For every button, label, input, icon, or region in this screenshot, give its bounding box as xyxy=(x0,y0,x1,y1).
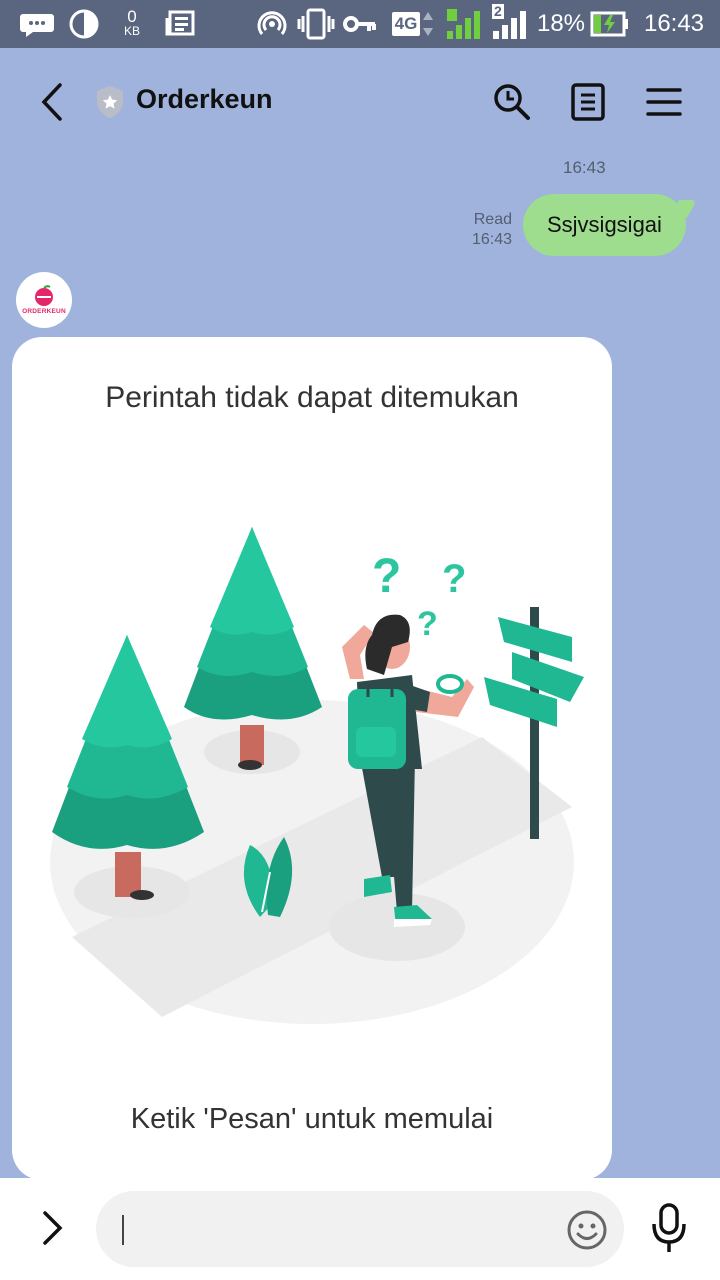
back-button[interactable] xyxy=(28,78,76,126)
notes-icon xyxy=(571,83,605,121)
signal-sim2-icon: 2 xyxy=(490,0,530,48)
vpn-key-icon xyxy=(342,0,378,48)
menu-button[interactable] xyxy=(640,78,688,126)
news-icon xyxy=(162,0,198,48)
search-button[interactable] xyxy=(488,78,536,126)
notes-button[interactable] xyxy=(564,78,612,126)
back-arrow-icon xyxy=(41,83,62,121)
microphone-icon xyxy=(652,1203,686,1252)
status-bar: 0 KB 4G 2 18% 16:43 xyxy=(0,0,720,48)
chat-header xyxy=(0,48,720,158)
sent-message-bubble[interactable]: Ssjvsigsigai xyxy=(523,194,686,256)
voice-message-button[interactable] xyxy=(644,1200,694,1256)
read-status: Read xyxy=(473,211,512,228)
message-timestamp: 16:43 xyxy=(563,158,606,177)
hotspot-icon xyxy=(256,0,288,48)
card-title: Perintah tidak dapat ditemukan xyxy=(105,381,519,414)
bot-avatar[interactable]: ORDERKEUN xyxy=(16,272,72,328)
message-input-bar xyxy=(0,1178,720,1280)
search-icon xyxy=(494,84,530,120)
official-account-badge-icon xyxy=(86,78,134,126)
battery-charging-icon xyxy=(588,0,632,48)
vibrate-icon xyxy=(296,0,336,48)
chevron-right-icon xyxy=(43,1211,63,1245)
bot-message-card[interactable]: Perintah tidak dapat ditemukan ? ? ? Ket… xyxy=(12,337,612,1180)
orderkeun-logo-icon xyxy=(35,285,53,306)
lost-person-illustration: ? ? ? xyxy=(50,527,584,1024)
emoji-button[interactable] xyxy=(566,1209,608,1251)
clock: 16:43 xyxy=(643,10,705,37)
chat-title[interactable]: Orderkeun xyxy=(136,84,273,115)
sent-message-text: Ssjvsigsigai xyxy=(547,212,662,237)
svg-text:?: ? xyxy=(372,550,401,603)
svg-text:?: ? xyxy=(417,605,438,643)
message-input[interactable] xyxy=(96,1191,624,1267)
network-4g-icon: 4G xyxy=(388,0,438,48)
svg-text:?: ? xyxy=(442,557,466,601)
card-footer: Ketik 'Pesan' untuk memulai xyxy=(130,1103,494,1135)
signal-sim1-icon xyxy=(444,0,484,48)
net-speed: 0 KB xyxy=(123,7,140,38)
battery-percent: 18% xyxy=(536,10,586,37)
brightness-icon xyxy=(68,0,100,48)
chat-notification-icon xyxy=(18,0,56,48)
hamburger-menu-icon xyxy=(646,88,682,116)
text-cursor xyxy=(122,1215,124,1245)
read-receipt: Read 16:43 xyxy=(472,210,512,250)
avatar-label: ORDERKEUN xyxy=(22,308,66,315)
message-time: 16:43 xyxy=(471,231,512,248)
expand-menu-button[interactable] xyxy=(28,1204,76,1252)
